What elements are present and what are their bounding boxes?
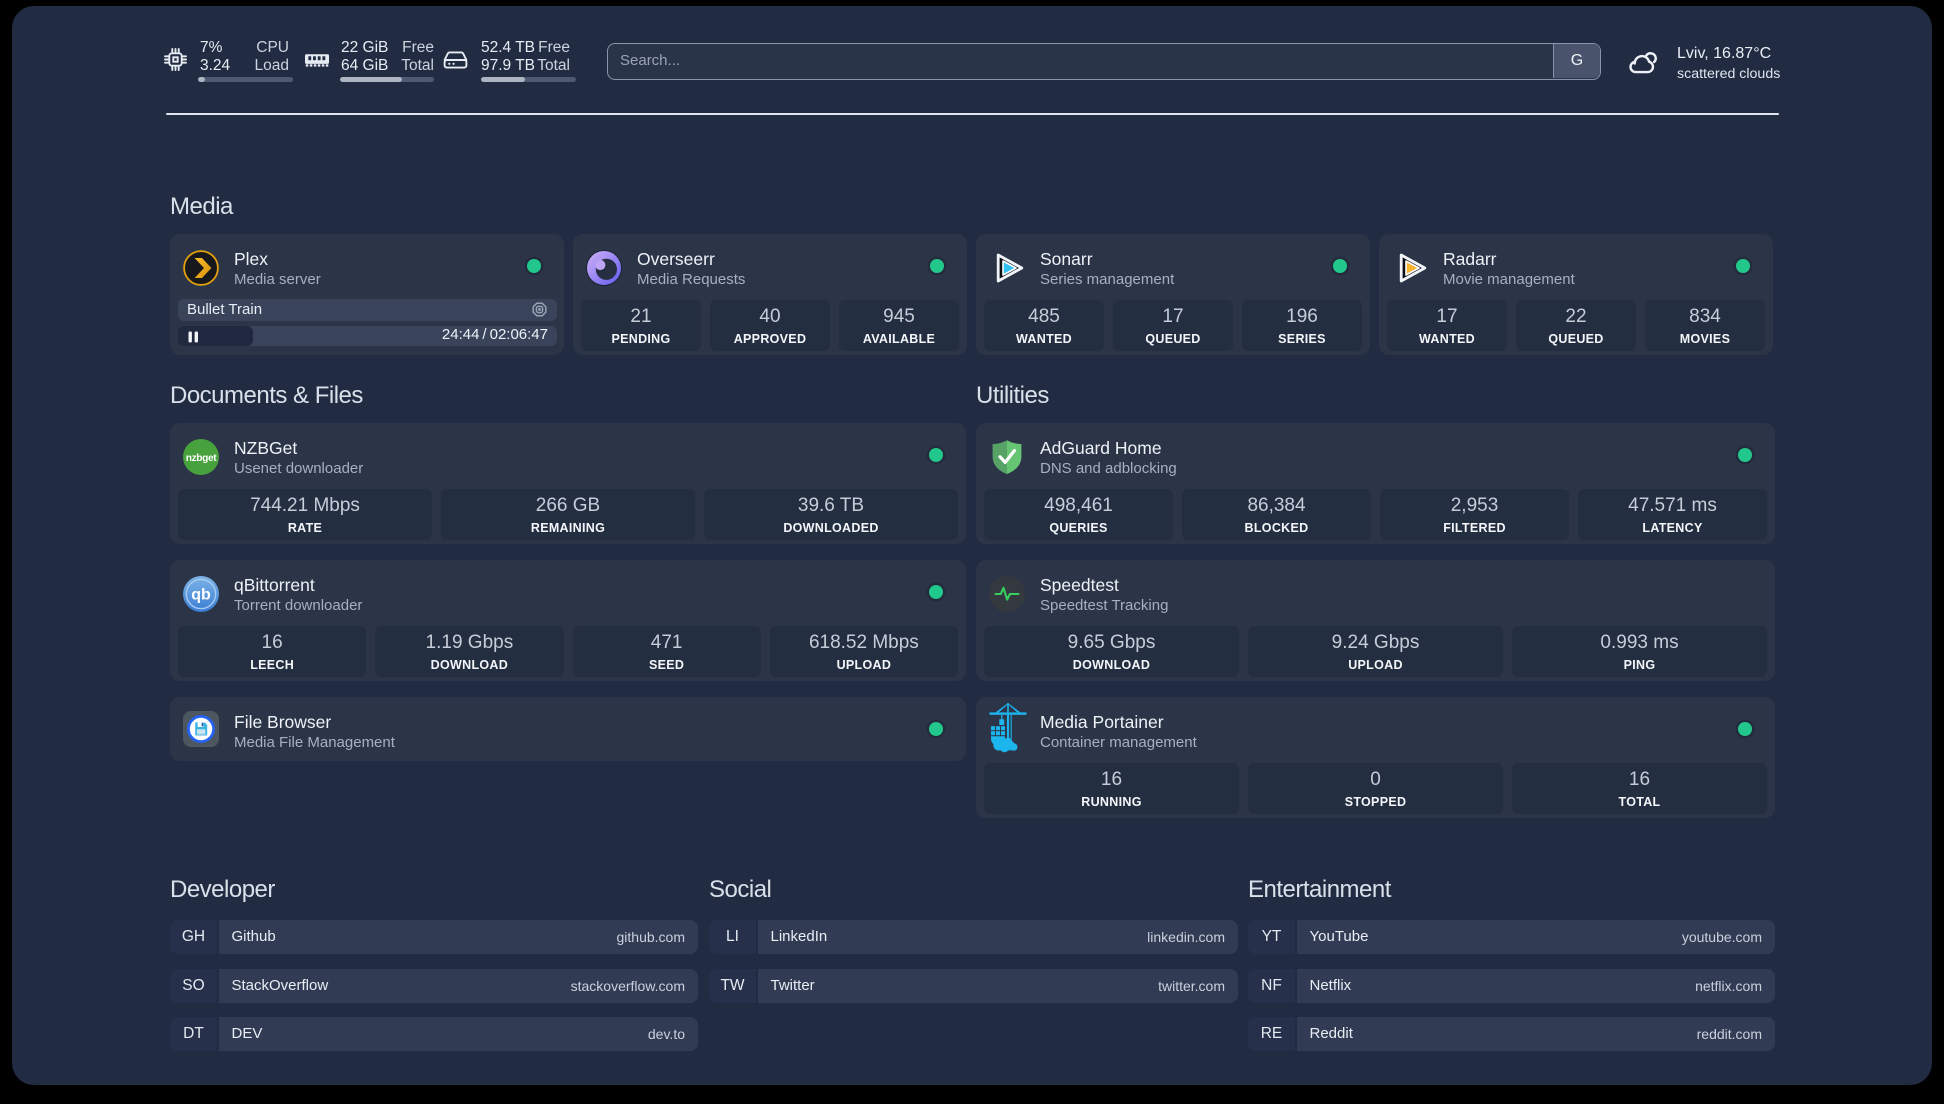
svg-text:qb: qb: [191, 587, 211, 604]
svg-text:nzbget: nzbget: [186, 453, 217, 464]
